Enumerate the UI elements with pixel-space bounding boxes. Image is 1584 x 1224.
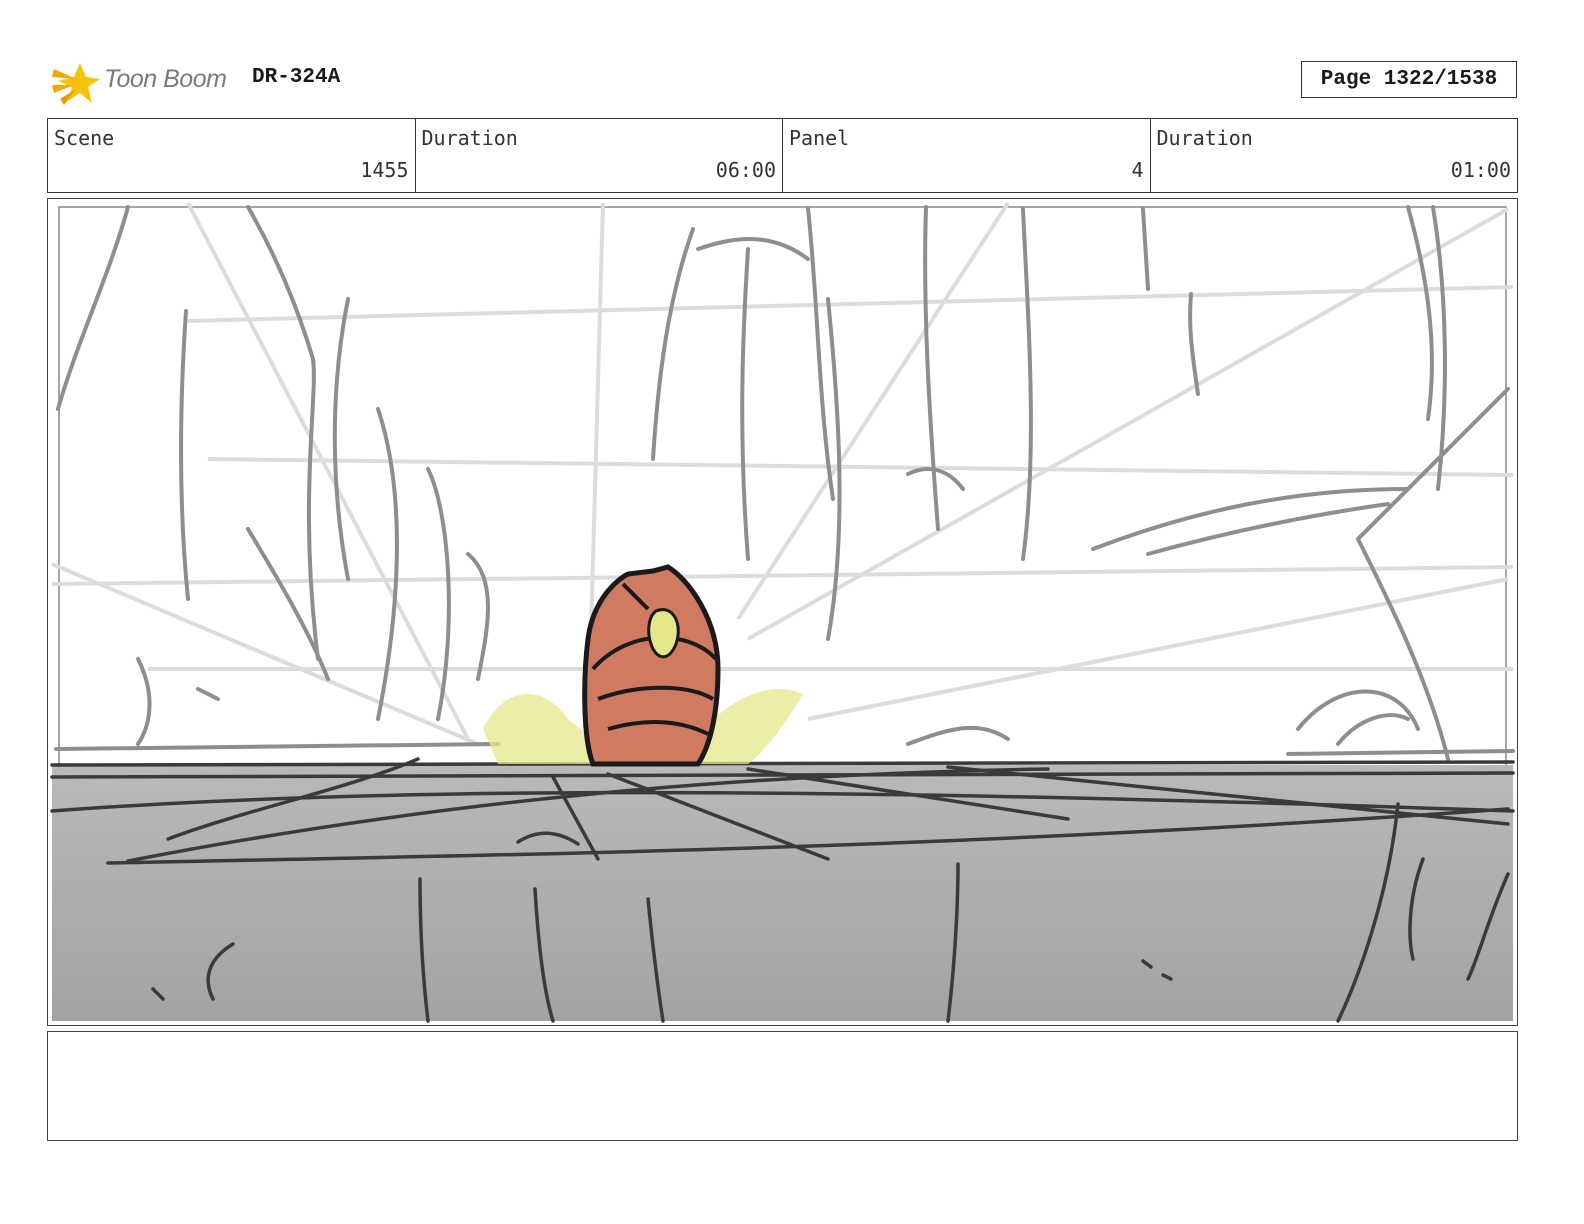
scene-duration-label: Duration	[421, 126, 518, 150]
scene-value: 1455	[360, 158, 409, 182]
scene-info-table: Scene 1455 Duration 06:00 Panel 4 Durati…	[47, 118, 1518, 193]
scene-label: Scene	[54, 126, 115, 150]
panel-duration-label: Duration	[1156, 126, 1253, 150]
panel-duration-value: 01:00	[1450, 158, 1511, 182]
project-id: DR-324A	[252, 66, 341, 89]
storyboard-panel	[47, 198, 1518, 1026]
scene-duration-cell: Duration 06:00	[416, 119, 783, 192]
toon-boom-logo: Toon Boom	[50, 55, 240, 107]
perspective-guides	[51, 201, 1514, 746]
panel-sketch	[50, 201, 1515, 1023]
scene-duration-value: 06:00	[715, 158, 776, 182]
logo-text: Toon Boom	[104, 65, 227, 93]
scene-cell: Scene 1455	[48, 119, 416, 192]
toon-boom-star-icon	[52, 63, 100, 105]
rock-sketches	[54, 205, 1515, 761]
panel-value: 4	[1131, 158, 1144, 182]
panel-notes	[47, 1031, 1518, 1141]
panel-cell: Panel 4	[783, 119, 1151, 192]
panel-label: Panel	[789, 126, 850, 150]
panel-duration-cell: Duration 01:00	[1151, 119, 1518, 192]
page-number: Page 1322/1538	[1301, 61, 1517, 98]
character-head	[582, 564, 721, 767]
character-emblem	[647, 608, 680, 659]
